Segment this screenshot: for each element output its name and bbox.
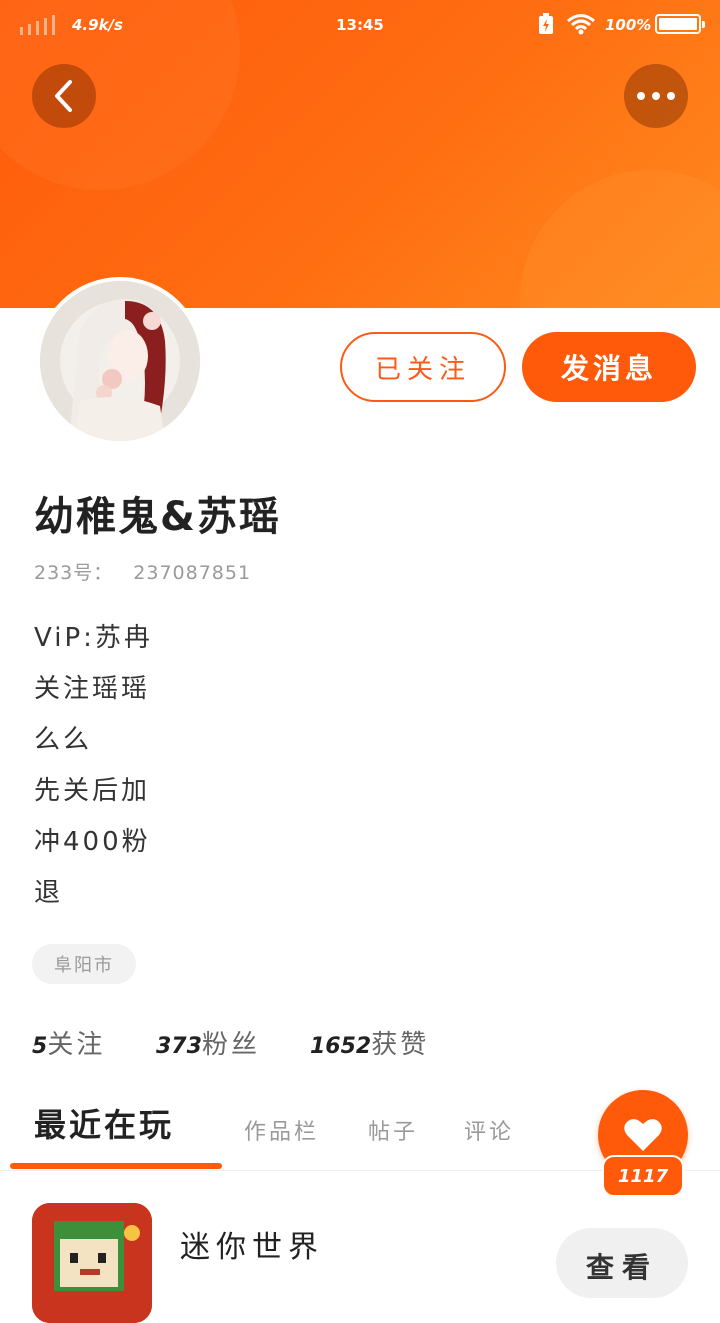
bio-line: 冲400粉 [34,827,151,857]
stat-following[interactable]: 5关注 [32,1024,105,1061]
stat-likes[interactable]: 1652获赞 [310,1024,429,1061]
game-icon [32,1203,152,1323]
stat-value: 373 [156,1034,202,1059]
back-button[interactable] [32,64,96,128]
charging-icon [539,13,553,34]
view-game-button[interactable]: 查看 [556,1228,688,1298]
location-tag: 阜阳市 [32,944,136,984]
game-icon-art [32,1203,152,1323]
send-message-button[interactable]: 发消息 [522,332,696,402]
more-dots-icon [637,92,675,100]
user-id-label: 233号： [34,562,114,584]
heart-icon [624,1119,662,1151]
avatar[interactable] [36,277,204,445]
recent-game-item[interactable]: 迷你世界 查看 [0,1200,720,1323]
more-options-button[interactable] [624,64,688,128]
wifi-icon [567,14,595,35]
bio-line: 么么 [34,725,93,755]
followed-button[interactable]: 已关注 [340,332,506,402]
tab-works[interactable]: 作品栏 [244,1114,319,1146]
active-tab-indicator [10,1163,222,1169]
bio: ViP:苏冉 关注瑶瑶 么么 先关后加 冲400粉 退 [34,616,153,922]
game-title: 迷你世界 [180,1230,324,1265]
bio-line: 先关后加 [34,776,151,806]
username: 幼稚鬼&苏瑶 [34,494,281,540]
stat-label: 粉丝 [201,1030,260,1060]
battery-percent: 100% [605,16,652,34]
banner-decoration [520,170,720,308]
avatar-illustration [40,281,200,441]
avatar-image [40,281,200,441]
user-id: 233号： 237087851 [34,558,251,585]
like-count: 1117 [602,1155,684,1197]
stat-label: 关注 [47,1030,106,1060]
tab-recently-played[interactable]: 最近在玩 [34,1100,174,1146]
chevron-left-icon [55,80,72,112]
battery-icon [655,14,705,34]
user-id-value: 237087851 [133,562,252,584]
bio-line: 关注瑶瑶 [34,674,151,704]
stat-value: 5 [32,1034,48,1059]
tab-posts[interactable]: 帖子 [368,1114,418,1146]
stat-fans[interactable]: 373粉丝 [156,1024,260,1061]
stat-value: 1652 [310,1034,372,1059]
bio-line: ViP:苏冉 [34,623,153,653]
status-bar: 4.9k/s 13:45 100% [0,0,720,50]
bio-line: 退 [34,878,64,908]
stat-label: 获赞 [371,1030,430,1060]
tab-comments[interactable]: 评论 [464,1114,514,1146]
